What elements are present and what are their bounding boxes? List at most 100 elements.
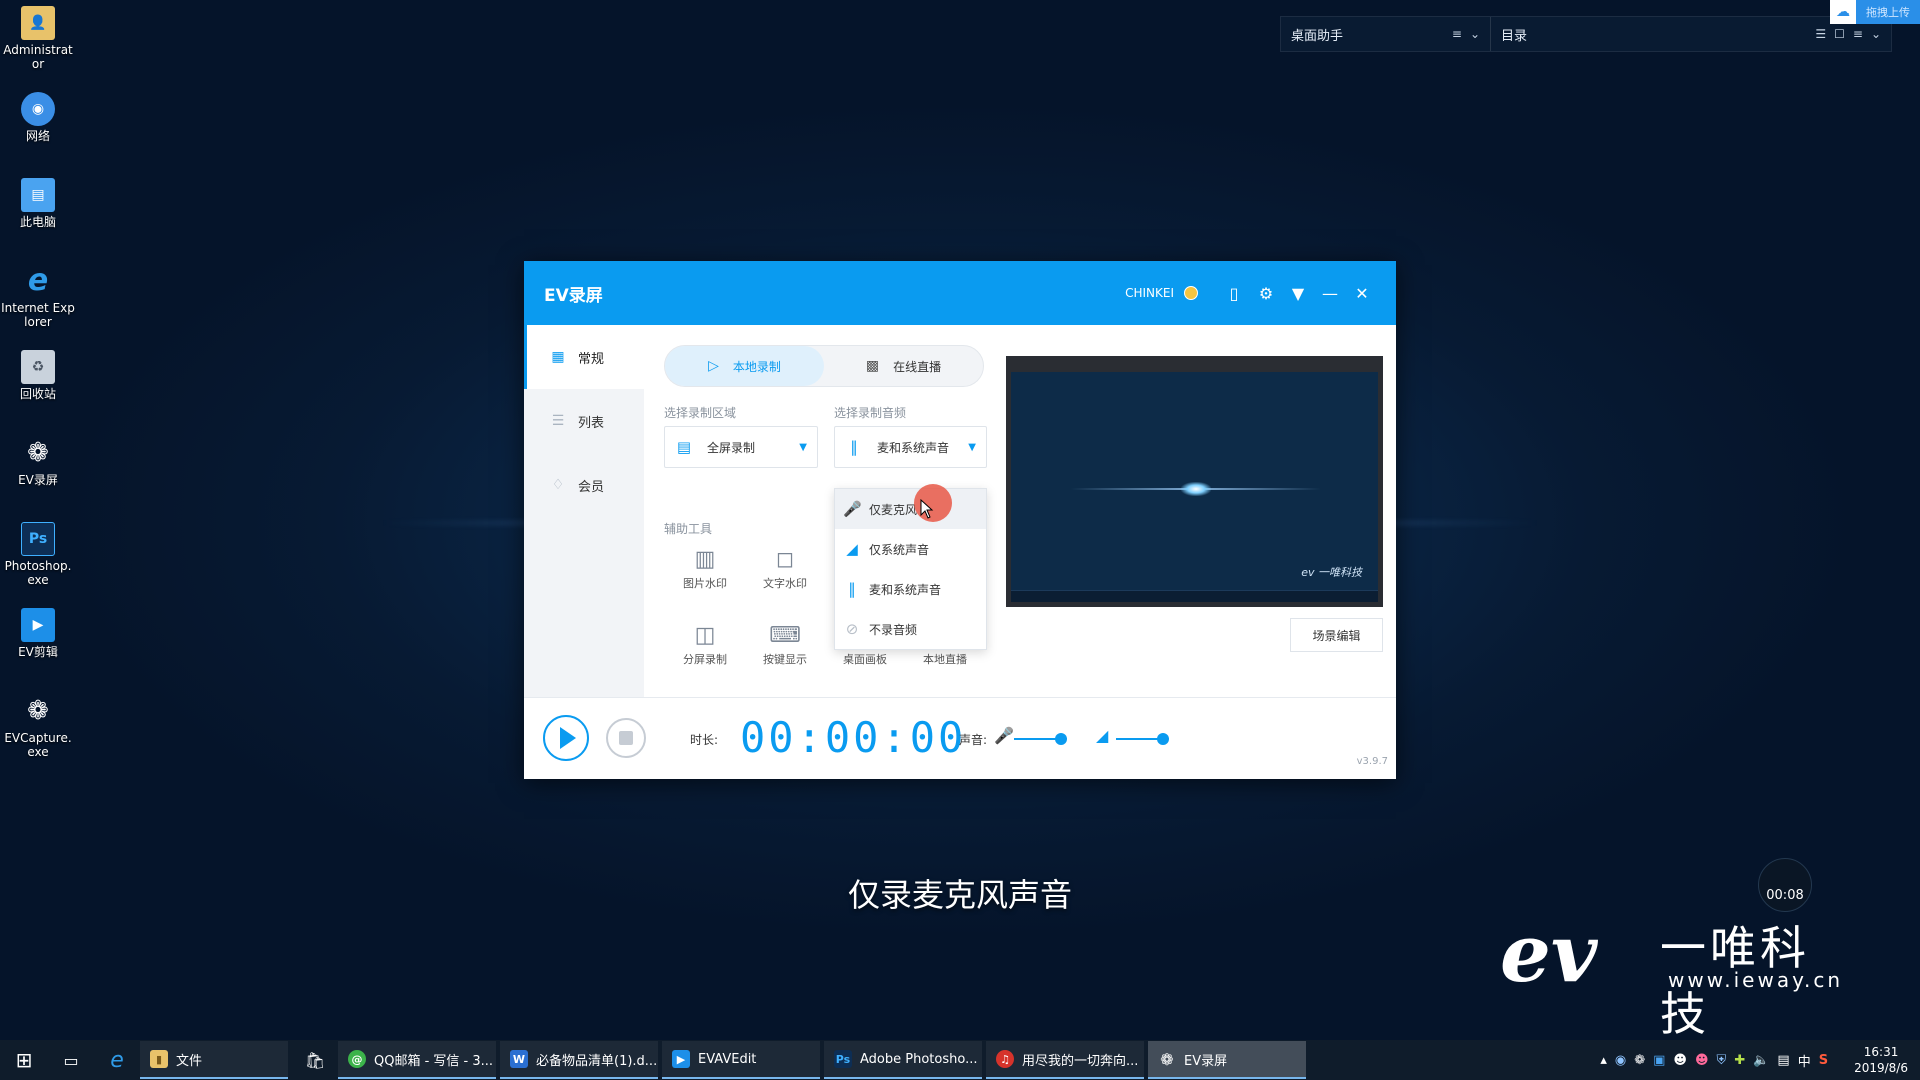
tray-ev-icon[interactable]: ❁ <box>1634 1053 1645 1068</box>
speaker-icon[interactable]: ◢ <box>1096 726 1108 745</box>
desktop-icon-administrator[interactable]: 👤 Administrator <box>0 6 76 92</box>
audio-option-no-audio[interactable]: ⊘ 不录音频 <box>835 609 986 649</box>
menu-icon[interactable]: ≡ <box>1853 27 1863 41</box>
ev-edit-icon: ▶ <box>672 1050 690 1068</box>
chevron-down-icon[interactable]: ⌄ <box>1470 27 1480 41</box>
tab-live-stream[interactable]: ▩ 在线直播 <box>824 346 983 386</box>
tray-green-icon[interactable]: ✚ <box>1734 1053 1745 1068</box>
chevron-up-icon[interactable]: ▴ <box>1600 1053 1607 1068</box>
ev-record-icon: ❁ <box>27 438 49 468</box>
drag-upload-button[interactable]: ☁ 拖拽上传 <box>1830 0 1920 24</box>
no-audio-icon: ⊘ <box>845 620 859 638</box>
settings-icon[interactable]: ⚙ <box>1250 284 1282 303</box>
sogou-ime-icon[interactable]: S <box>1819 1053 1828 1068</box>
tool-text-watermark[interactable]: ◻ 文字水印 <box>750 545 820 591</box>
tab-local-record[interactable]: ▷ 本地录制 <box>665 346 824 386</box>
taskbar-app-photoshop[interactable]: Ps Adobe Photosho... <box>824 1041 982 1079</box>
sidebar-item-label: 会员 <box>578 479 605 495</box>
store-icon[interactable]: 🛍 <box>292 1040 338 1080</box>
desktop-icon-photoshop[interactable]: Ps Photoshop.exe <box>0 522 76 608</box>
folder-icon: ▮ <box>150 1050 168 1068</box>
mobile-icon[interactable]: ▯ <box>1218 284 1250 303</box>
window-titlebar[interactable]: EV录屏 CHINKEI ▯ ⚙ ▼ — ✕ <box>524 261 1396 325</box>
lock-icon[interactable]: ☐ <box>1834 27 1845 41</box>
volume-icon[interactable]: 🔈 <box>1753 1053 1769 1068</box>
clock-date: 2019/8/6 <box>1854 1061 1908 1075</box>
audio-option-label: 麦和系统声音 <box>869 582 942 597</box>
taskbar-app-ev-record[interactable]: ❁ EV录屏 <box>1148 1041 1306 1079</box>
qq-icon[interactable]: ☻ <box>1673 1053 1687 1068</box>
taskbar-app-files[interactable]: ▮ 文件 <box>140 1041 288 1079</box>
image-icon: ▥ <box>694 547 716 572</box>
tool-label: 分屏录制 <box>683 653 727 666</box>
dropdown-menu-icon[interactable]: ▼ <box>1282 284 1314 303</box>
tool-split-screen[interactable]: ◫ 分屏录制 <box>670 621 740 667</box>
list-view-icon[interactable]: ☰ <box>1815 27 1826 41</box>
desktop-icon-network[interactable]: ◉ 网络 <box>0 92 76 178</box>
stop-record-button[interactable] <box>606 718 646 758</box>
menu-icon[interactable]: ≡ <box>1452 27 1462 41</box>
clock-time: 16:31 <box>1863 1045 1899 1059</box>
ev-capture-icon: ❁ <box>27 696 49 726</box>
windows-start-icon[interactable]: ⊞ <box>0 1040 48 1080</box>
taskbar-app-word-doc[interactable]: W 必备物品清单(1).d... <box>500 1041 658 1079</box>
audio-option-system-only[interactable]: ◢ 仅系统声音 <box>835 529 986 569</box>
taskbar-app-netease-music[interactable]: ♫ 用尽我的一切奔向... <box>986 1041 1144 1079</box>
mic-volume-knob[interactable] <box>1054 733 1067 745</box>
tab-label: 在线直播 <box>893 359 942 374</box>
audio-select[interactable]: ‖ 麦和系统声音 ▼ <box>834 426 987 468</box>
mode-tabs: ▷ 本地录制 ▩ 在线直播 <box>664 345 984 387</box>
audio-option-mic-and-system[interactable]: ‖ 麦和系统声音 <box>835 569 986 609</box>
audio-option-mic-only[interactable]: 🎤 仅麦克风 <box>835 489 986 529</box>
speaker-icon: ◢ <box>846 540 858 558</box>
sidebar-item-list[interactable]: ☰ 列表 <box>524 389 644 453</box>
desktop-icon-ie[interactable]: e Internet Explorer <box>0 264 76 350</box>
grid-icon: ▦ <box>551 349 565 365</box>
qq-mail-icon: @ <box>348 1050 366 1068</box>
sidebar-item-label: 列表 <box>578 415 605 431</box>
sidebar-item-general[interactable]: ▦ 常规 <box>524 325 644 389</box>
desktop-icon-ev-edit[interactable]: ▶ EV剪辑 <box>0 608 76 694</box>
stop-icon <box>619 731 633 745</box>
network-icon[interactable]: ▤ <box>1777 1053 1789 1068</box>
qq-icon[interactable]: ☻ <box>1695 1053 1709 1068</box>
taskbar-app-evavedit[interactable]: ▶ EVAVEdit <box>662 1041 820 1079</box>
input-language[interactable]: 中 <box>1798 1051 1811 1070</box>
user-name[interactable]: CHINKEI <box>1125 286 1174 300</box>
tool-label: 本地直播 <box>923 653 967 666</box>
region-label: 选择录制区域 <box>664 406 737 420</box>
desktop-icon-ev-record[interactable]: ❁ EV录屏 <box>0 436 76 522</box>
microphone-icon[interactable]: 🎤 <box>994 726 1014 745</box>
desktop-icon-label: Photoshop.exe <box>4 559 72 587</box>
task-view-icon[interactable]: ▭ <box>48 1040 94 1080</box>
monitor-icon: ▤ <box>676 438 692 456</box>
start-record-button[interactable] <box>543 715 589 761</box>
recording-time-badge: 00:08 <box>1758 858 1812 912</box>
sidebar-item-member[interactable]: ♢ 会员 <box>524 453 644 517</box>
tool-image-watermark[interactable]: ▥ 图片水印 <box>670 545 740 591</box>
system-volume-knob[interactable] <box>1156 733 1169 745</box>
shield-icon[interactable]: ⛨ <box>1717 1053 1727 1068</box>
desktop-icon-recycle-bin[interactable]: ♻ 回收站 <box>0 350 76 436</box>
tray-box-icon[interactable]: ▣ <box>1653 1053 1665 1068</box>
tool-key-display[interactable]: ⌨ 按键显示 <box>750 621 820 667</box>
close-icon[interactable]: ✕ <box>1346 284 1378 303</box>
tray-app-icon[interactable]: ◉ <box>1615 1053 1626 1068</box>
desktop-icon-this-pc[interactable]: ▤ 此电脑 <box>0 178 76 264</box>
clock[interactable]: 16:31 2019/8/6 <box>1854 1044 1908 1076</box>
word-icon: W <box>510 1050 528 1068</box>
photoshop-icon: Ps <box>21 522 55 556</box>
region-select[interactable]: ▤ 全屏录制 ▼ <box>664 426 818 468</box>
desktop-assistant-section[interactable]: 桌面助手 ≡ ⌄ <box>1281 17 1491 51</box>
sound-wave-icon: ‖ <box>848 580 856 598</box>
taskbar-app-label: 文件 <box>176 1053 203 1069</box>
desktop-icon-label: EV录屏 <box>18 473 58 487</box>
desktop-icon-label: 网络 <box>25 129 50 143</box>
desktop-icon-ev-capture[interactable]: ❁ EVCapture.exe <box>0 694 76 780</box>
ie-icon[interactable]: e <box>94 1040 140 1080</box>
scene-edit-button[interactable]: 场景编辑 <box>1290 618 1383 652</box>
minimize-icon[interactable]: — <box>1314 284 1346 303</box>
chevron-down-icon[interactable]: ⌄ <box>1871 27 1881 41</box>
taskbar-app-qq-mail[interactable]: @ QQ邮箱 - 写信 - 3... <box>338 1041 496 1079</box>
brand-url: www.ieway.cn <box>1668 968 1844 992</box>
